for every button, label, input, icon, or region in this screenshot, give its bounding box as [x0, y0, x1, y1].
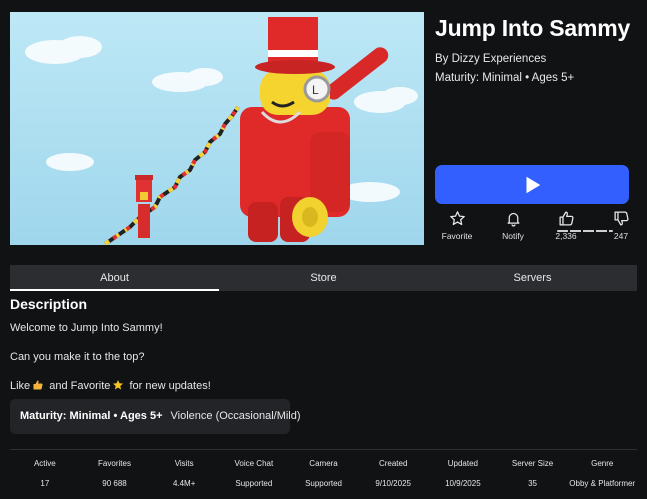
stat-value: 9/10/2025	[375, 479, 411, 488]
stat-label: Server Size	[511, 459, 554, 468]
favorite-label: Favorite	[441, 231, 473, 241]
play-button[interactable]	[435, 165, 629, 204]
maturity-box: Maturity: Minimal • Ages 5+ Violence (Occ…	[10, 399, 301, 434]
description-line: Like and Favorite for new updates!	[10, 379, 610, 393]
thumbnail-image: L	[10, 12, 424, 245]
stat-value: 90 688	[102, 479, 127, 488]
stat-label: Genre	[591, 459, 614, 468]
description-text: and Favorite	[46, 380, 111, 392]
description-body: Welcome to Jump Into Sammy! Can you make…	[10, 321, 610, 408]
stat-label: Updated	[447, 459, 478, 468]
stat-genre: Genre Obby & Platformer	[567, 452, 637, 492]
tab-servers[interactable]: Servers	[428, 265, 637, 291]
maturity-rating: Maturity: Minimal • Ages 5+	[435, 72, 575, 84]
stat-label: Active	[33, 459, 56, 468]
stat-visits: Visits 4.4M+	[149, 452, 219, 492]
stat-value: 4.4M+	[172, 479, 196, 488]
tab-store[interactable]: Store	[219, 265, 428, 291]
notify-button[interactable]: Notify	[489, 210, 537, 241]
stats-divider	[10, 449, 637, 450]
stat-active: Active 17	[10, 452, 80, 492]
star-icon	[449, 211, 465, 226]
game-info-panel: Jump Into Sammy By Dizzy Experiences Mat…	[435, 14, 635, 84]
stat-label: Camera	[309, 459, 338, 468]
tab-about[interactable]: About	[10, 265, 219, 291]
stat-label: Created	[378, 459, 408, 468]
stat-favorites: Favorites 90 688	[80, 452, 150, 492]
downvote-button[interactable]: 247	[597, 210, 645, 241]
action-row: Favorite Notify 2,336 247	[435, 210, 635, 250]
maturity-label: Maturity: Minimal • Ages 5+	[20, 410, 163, 422]
downvote-count: 247	[613, 231, 629, 241]
stat-value: Supported	[305, 479, 342, 488]
stat-label: Voice Chat	[234, 459, 274, 468]
play-icon	[526, 176, 541, 193]
upvote-count: 2,336	[555, 231, 577, 241]
description-line: Welcome to Jump Into Sammy!	[10, 322, 163, 334]
stat-value: 17	[40, 479, 50, 488]
thumbs-up-icon	[558, 211, 574, 226]
thumbs-down-icon	[613, 211, 629, 226]
creator-line: By Dizzy Experiences	[435, 53, 635, 65]
maturity-descriptor: Violence (Occasional/Mild)	[170, 410, 301, 422]
stat-label: Visits	[174, 459, 194, 468]
svg-text:L: L	[312, 83, 319, 97]
stat-value: 10/9/2025	[445, 479, 481, 488]
stat-value: Supported	[235, 479, 273, 488]
creator-link[interactable]: Dizzy Experiences	[452, 53, 547, 65]
description-line: Can you make it to the top?	[10, 351, 145, 363]
notify-label: Notify	[502, 231, 524, 241]
game-thumbnail[interactable]: L	[10, 12, 424, 245]
bell-icon	[507, 212, 519, 227]
stat-camera: Camera Supported	[289, 452, 359, 492]
stat-created: Created 9/10/2025	[358, 452, 428, 492]
stat-label: Favorites	[98, 459, 131, 468]
creator-prefix: By	[435, 53, 452, 65]
description-text: Like	[10, 380, 31, 392]
stats-row: Active 17 Favorites 90 688 Visits 4.4M+ Voi…	[10, 452, 637, 492]
game-title: Jump Into Sammy	[435, 15, 631, 41]
star-emoji-icon	[113, 380, 124, 390]
upvote-button[interactable]: 2,336	[542, 210, 590, 241]
description-text: for new updates!	[126, 380, 211, 392]
stat-voice-chat: Voice Chat Supported	[219, 452, 289, 492]
stat-updated: Updated 10/9/2025	[428, 452, 498, 492]
favorite-button[interactable]: Favorite	[433, 210, 481, 241]
stat-value: Obby & Platformer	[569, 479, 636, 488]
stat-server-size: Server Size 35	[498, 452, 568, 492]
tab-bar: About Store Servers	[10, 265, 637, 291]
stat-value: 35	[528, 479, 537, 488]
thumbs-up-emoji-icon	[33, 380, 43, 390]
description-heading: Description	[10, 296, 88, 312]
